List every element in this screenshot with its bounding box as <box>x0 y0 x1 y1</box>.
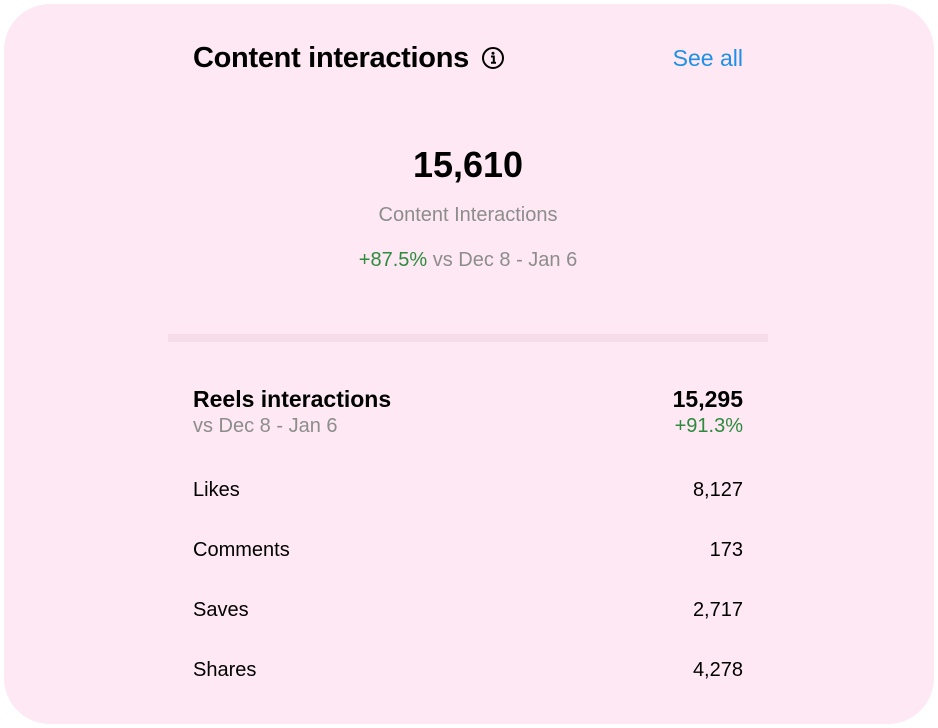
info-circle-icon[interactable] <box>481 46 505 70</box>
metric-value: 4,278 <box>692 659 743 681</box>
reels-comparison-period: vs Dec 8 - Jan 6 <box>193 415 338 437</box>
content-interactions-card: Content interactions See all 15,610 Cont… <box>4 4 934 724</box>
card-title: Content interactions <box>193 42 469 74</box>
reels-title: Reels interactions <box>193 386 392 412</box>
metric-row-comments: Comments 173 <box>193 536 743 596</box>
see-all-link[interactable]: See all <box>673 38 743 78</box>
metric-value: 173 <box>709 539 743 561</box>
metric-label: Shares <box>193 659 257 681</box>
total-change-percent: +87.5% <box>358 249 428 271</box>
metric-row-likes: Likes 8,127 <box>193 476 743 536</box>
metric-label: Comments <box>193 539 290 561</box>
metric-label: Likes <box>193 479 240 501</box>
metric-row-shares: Shares 4,278 <box>193 656 743 716</box>
title-group: Content interactions <box>193 38 505 78</box>
card-header: Content interactions See all <box>193 38 743 78</box>
reels-total-value: 15,295 <box>672 386 743 412</box>
metric-value: 8,127 <box>692 479 743 501</box>
metric-label: Saves <box>193 599 249 621</box>
reels-interactions-summary: Reels interactions vs Dec 8 - Jan 6 15,2… <box>193 384 743 438</box>
reels-left: Reels interactions vs Dec 8 - Jan 6 <box>193 384 391 438</box>
reels-right: 15,295 +91.3% <box>673 384 743 438</box>
reels-change-percent: +91.3% <box>674 415 743 437</box>
total-interactions-label: Content Interactions <box>378 204 558 226</box>
total-comparison-period: vs Dec 8 - Jan 6 <box>432 249 578 271</box>
metric-row-saves: Saves 2,717 <box>193 596 743 656</box>
total-comparison: +87.5% vs Dec 8 - Jan 6 <box>168 247 768 273</box>
metrics-list: Likes 8,127 Comments 173 Saves 2,717 Sha… <box>193 476 743 716</box>
section-divider <box>168 334 768 342</box>
total-interactions-value: 15,610 <box>412 144 524 185</box>
metric-value: 2,717 <box>692 599 743 621</box>
